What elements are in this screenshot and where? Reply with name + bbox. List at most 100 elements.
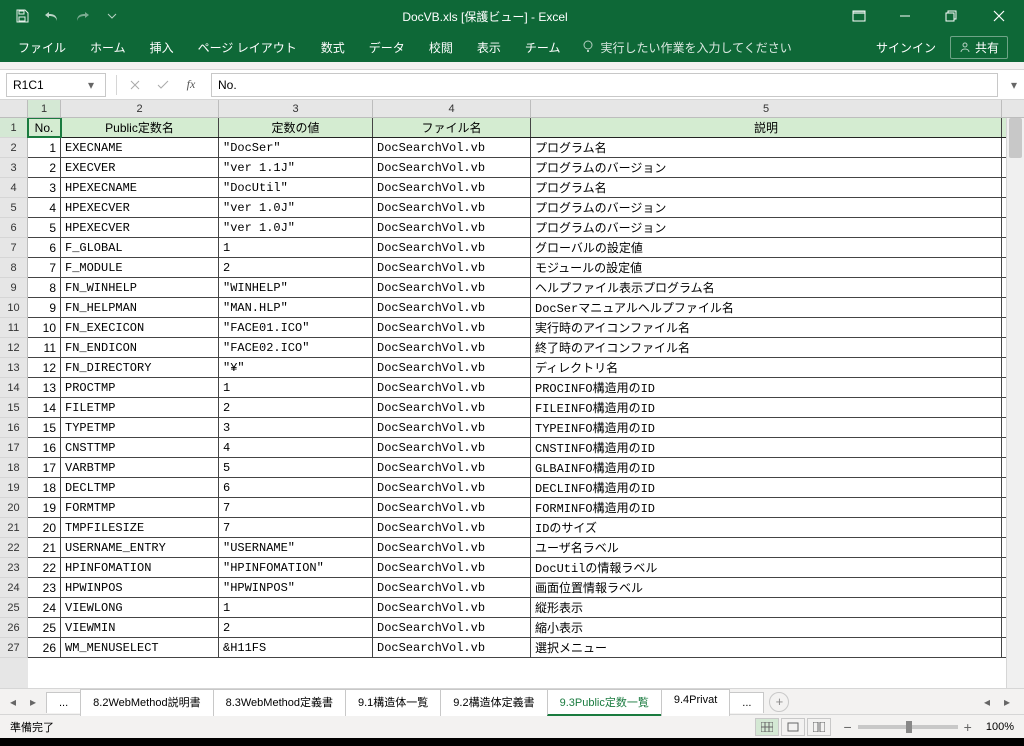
cell-desc[interactable]: 終了時のアイコンファイル名 — [531, 338, 1002, 357]
minimize-icon[interactable] — [882, 0, 928, 32]
cell-desc[interactable]: 選択メニュー — [531, 638, 1002, 657]
cell-no[interactable]: 7 — [28, 258, 61, 277]
cell-const-name[interactable]: PROCTMP — [61, 378, 219, 397]
row-header[interactable]: 25 — [0, 598, 28, 618]
cell-no[interactable]: 2 — [28, 158, 61, 177]
cell-const-value[interactable]: 1 — [219, 598, 373, 617]
insert-function-icon[interactable]: fx — [177, 73, 205, 97]
cell-file[interactable]: DocSearchVol.vb — [373, 458, 531, 477]
cell-const-value[interactable]: "HPINFOMATION" — [219, 558, 373, 577]
tab-team[interactable]: チーム — [513, 32, 573, 62]
cell-no[interactable]: 5 — [28, 218, 61, 237]
cell-file[interactable]: DocSearchVol.vb — [373, 198, 531, 217]
cell-const-value[interactable]: "¥" — [219, 358, 373, 377]
cell-file[interactable]: DocSearchVol.vb — [373, 338, 531, 357]
customize-qat-icon[interactable] — [104, 8, 120, 24]
column-header[interactable]: 3 — [219, 100, 373, 117]
header-cell-no[interactable]: No. — [28, 118, 61, 137]
header-cell-file[interactable]: ファイル名 — [373, 118, 531, 137]
row-header[interactable]: 23 — [0, 558, 28, 578]
tab-page-layout[interactable]: ページ レイアウト — [186, 32, 309, 62]
row-header[interactable]: 27 — [0, 638, 28, 658]
cell-file[interactable]: DocSearchVol.vb — [373, 178, 531, 197]
header-cell-value[interactable]: 定数の値 — [219, 118, 373, 137]
zoom-slider[interactable] — [858, 725, 958, 729]
ribbon-display-options-icon[interactable] — [836, 0, 882, 32]
cell-no[interactable]: 20 — [28, 518, 61, 537]
page-break-view-icon[interactable] — [807, 718, 831, 736]
cancel-formula-icon[interactable] — [121, 73, 149, 97]
cell-no[interactable]: 18 — [28, 478, 61, 497]
cell-no[interactable]: 9 — [28, 298, 61, 317]
row-header[interactable]: 18 — [0, 458, 28, 478]
tab-nav-prev-icon[interactable]: ◂ — [6, 695, 20, 709]
cell-no[interactable]: 21 — [28, 538, 61, 557]
header-cell-name[interactable]: Public定数名 — [61, 118, 219, 137]
cell-desc[interactable]: DocSerマニュアルヘルプファイル名 — [531, 298, 1002, 317]
cell-const-value[interactable]: 2 — [219, 258, 373, 277]
cell-file[interactable]: DocSearchVol.vb — [373, 538, 531, 557]
cell-desc[interactable]: プログラムのバージョン — [531, 158, 1002, 177]
cell-desc[interactable]: GLBAINFO構造用のID — [531, 458, 1002, 477]
cell-no[interactable]: 14 — [28, 398, 61, 417]
row-header[interactable]: 17 — [0, 438, 28, 458]
cell-const-value[interactable]: 7 — [219, 518, 373, 537]
cell-file[interactable]: DocSearchVol.vb — [373, 638, 531, 657]
zoom-in-button[interactable]: + — [964, 719, 972, 735]
row-header[interactable]: 14 — [0, 378, 28, 398]
cell-desc[interactable]: FILEINFO構造用のID — [531, 398, 1002, 417]
sheet-tab[interactable]: 8.3WebMethod定義書 — [213, 689, 346, 716]
cell-no[interactable]: 13 — [28, 378, 61, 397]
cell-no[interactable]: 25 — [28, 618, 61, 637]
cell-const-name[interactable]: FN_EXECICON — [61, 318, 219, 337]
cell-const-value[interactable]: "MAN.HLP" — [219, 298, 373, 317]
redo-icon[interactable] — [74, 8, 90, 24]
vertical-scrollbar[interactable] — [1006, 118, 1024, 688]
cell-desc[interactable]: ユーザ名ラベル — [531, 538, 1002, 557]
cell-const-value[interactable]: "DocUtil" — [219, 178, 373, 197]
cell-desc[interactable]: ヘルプファイル表示プログラム名 — [531, 278, 1002, 297]
cell-no[interactable]: 3 — [28, 178, 61, 197]
cell-const-value[interactable]: 5 — [219, 458, 373, 477]
hscroll-left-icon[interactable]: ◂ — [980, 695, 994, 709]
cell-no[interactable]: 16 — [28, 438, 61, 457]
tab-review[interactable]: 校閲 — [417, 32, 465, 62]
cell-const-value[interactable]: "ver 1.0J" — [219, 198, 373, 217]
cell-const-name[interactable]: CNSTTMP — [61, 438, 219, 457]
row-header[interactable]: 1 — [0, 118, 28, 138]
new-sheet-button[interactable]: + — [769, 692, 789, 712]
column-header[interactable]: 4 — [373, 100, 531, 117]
formula-input[interactable]: No. — [211, 73, 998, 97]
cell-file[interactable]: DocSearchVol.vb — [373, 498, 531, 517]
cell-const-name[interactable]: F_MODULE — [61, 258, 219, 277]
row-header[interactable]: 20 — [0, 498, 28, 518]
cell-desc[interactable]: プログラム名 — [531, 178, 1002, 197]
cell-const-value[interactable]: 1 — [219, 378, 373, 397]
cell-const-name[interactable]: VIEWLONG — [61, 598, 219, 617]
cell-no[interactable]: 8 — [28, 278, 61, 297]
sheet-tab-ellipsis[interactable]: ... — [46, 692, 81, 713]
cell-const-name[interactable]: HPINFOMATION — [61, 558, 219, 577]
row-header[interactable]: 2 — [0, 138, 28, 158]
cell-const-name[interactable]: EXECNAME — [61, 138, 219, 157]
cell-const-name[interactable]: HPEXECVER — [61, 198, 219, 217]
cell-const-value[interactable]: 2 — [219, 398, 373, 417]
cell-no[interactable]: 19 — [28, 498, 61, 517]
tab-data[interactable]: データ — [357, 32, 417, 62]
cell-no[interactable]: 6 — [28, 238, 61, 257]
normal-view-icon[interactable] — [755, 718, 779, 736]
tab-formulas[interactable]: 数式 — [309, 32, 357, 62]
cell-file[interactable]: DocSearchVol.vb — [373, 158, 531, 177]
hscroll-right-icon[interactable]: ▸ — [1000, 695, 1014, 709]
cell-const-name[interactable]: FN_WINHELP — [61, 278, 219, 297]
cell-desc[interactable]: ディレクトリ名 — [531, 358, 1002, 377]
zoom-slider-thumb[interactable] — [906, 721, 912, 733]
cell-desc[interactable]: PROCINFO構造用のID — [531, 378, 1002, 397]
cell-no[interactable]: 12 — [28, 358, 61, 377]
cell-const-name[interactable]: VARBTMP — [61, 458, 219, 477]
row-header[interactable]: 4 — [0, 178, 28, 198]
cell-file[interactable]: DocSearchVol.vb — [373, 378, 531, 397]
row-header[interactable]: 8 — [0, 258, 28, 278]
select-all-button[interactable] — [0, 100, 28, 117]
cell-const-name[interactable]: HPWINPOS — [61, 578, 219, 597]
